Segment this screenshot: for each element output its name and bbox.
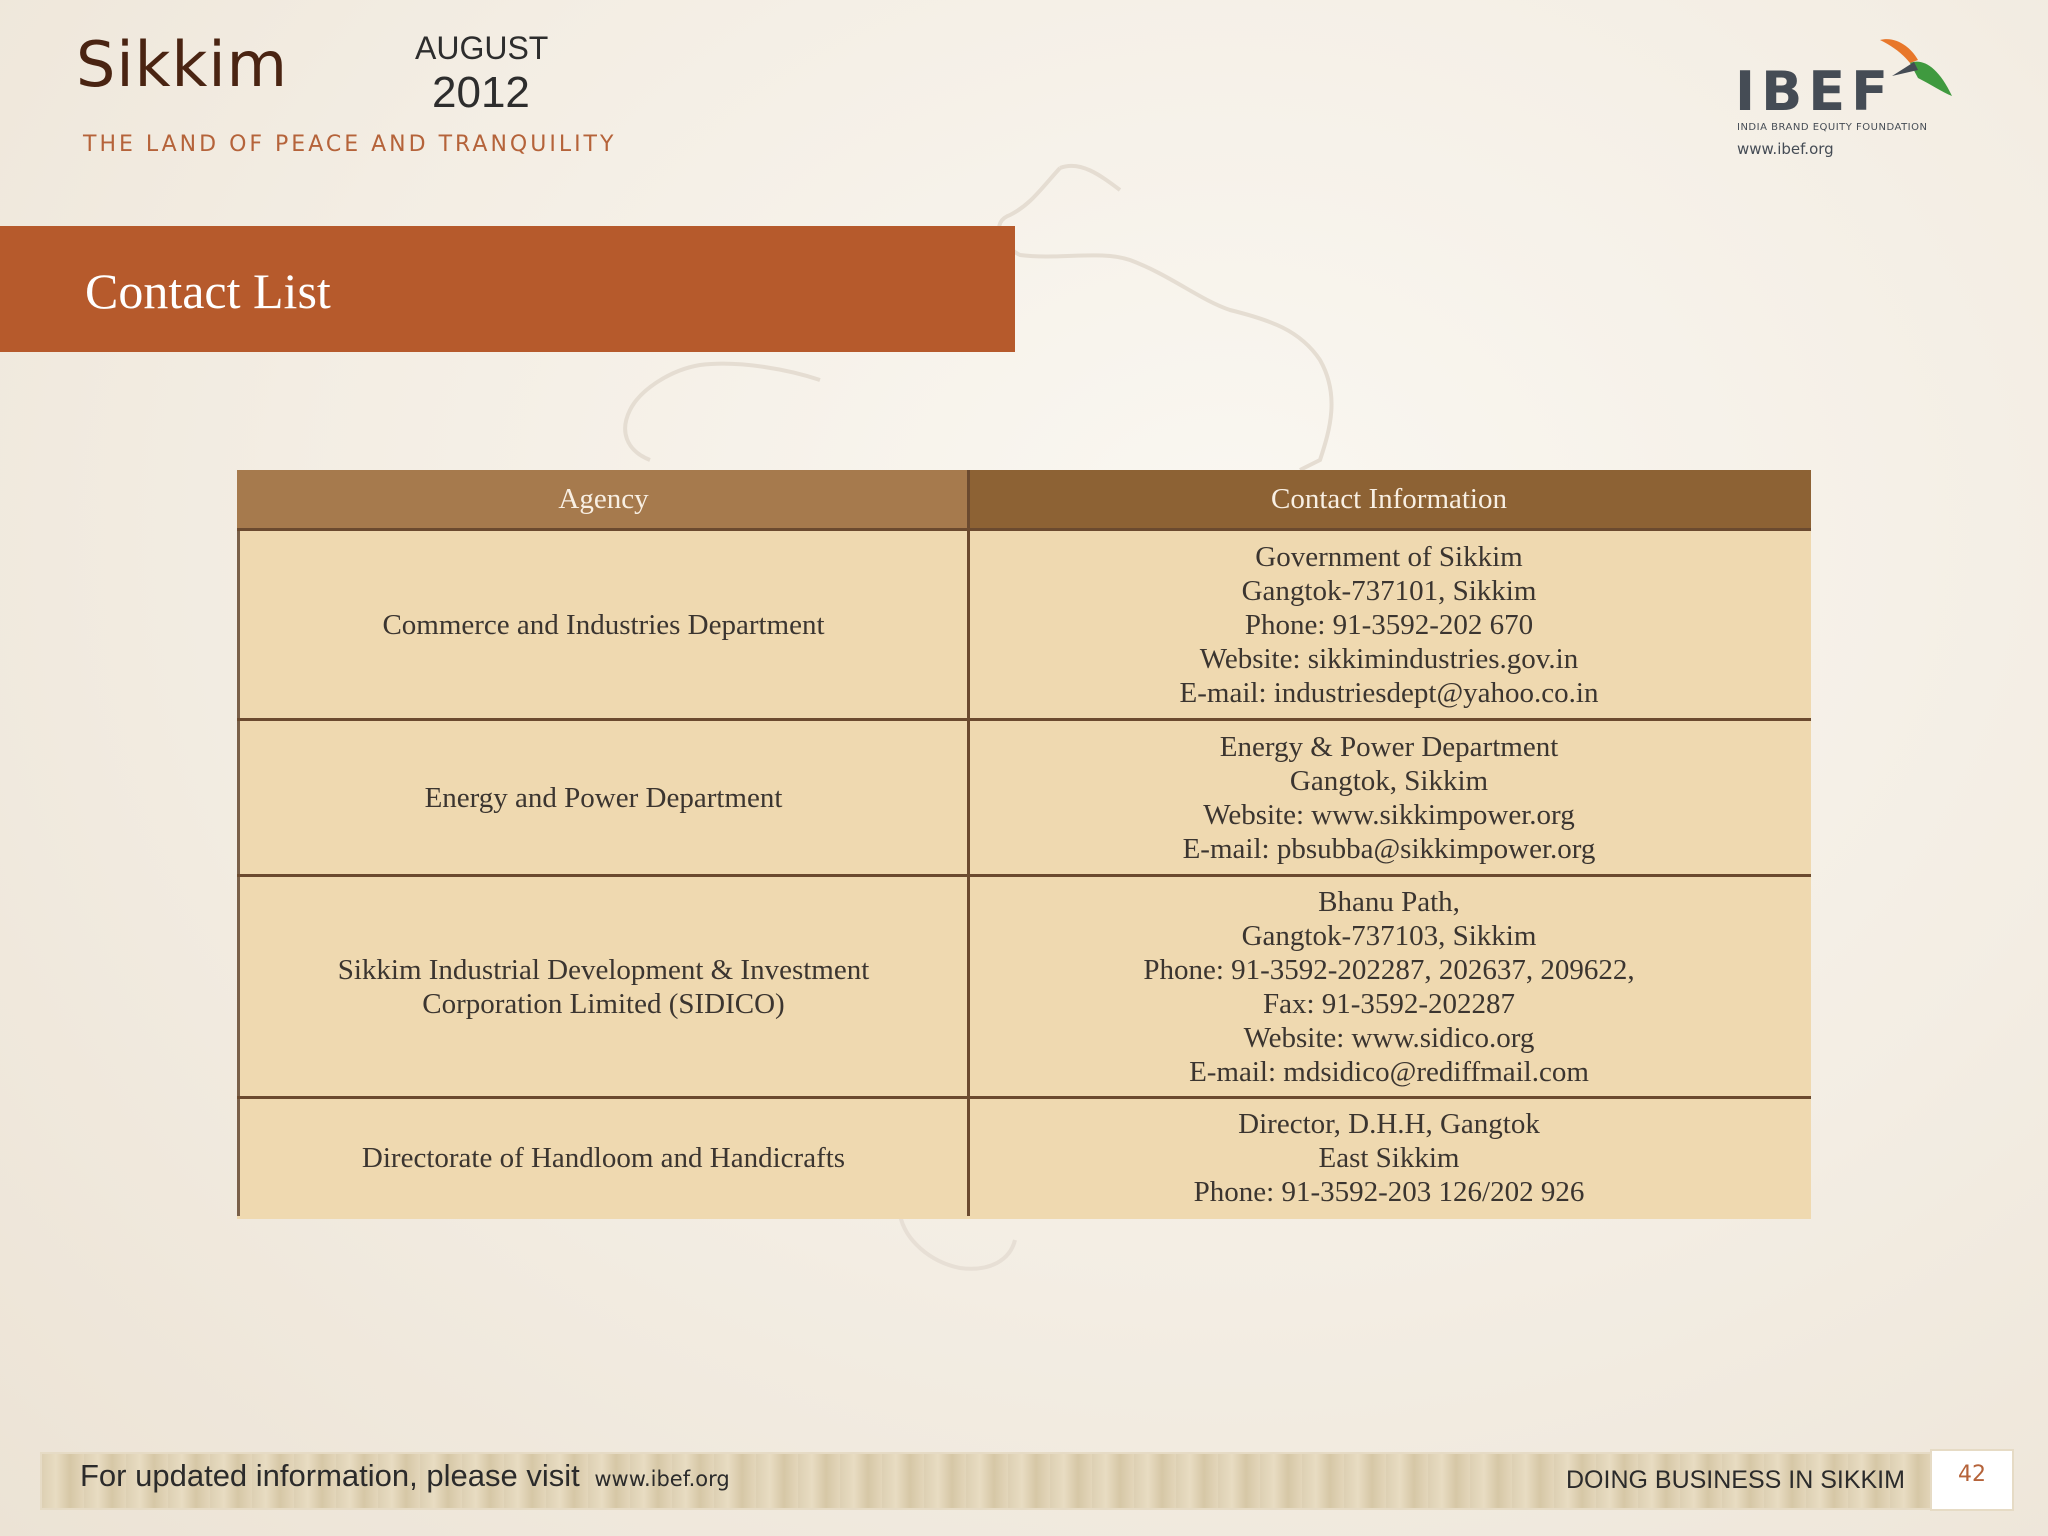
footer-link[interactable]: www.ibef.org: [594, 1467, 729, 1491]
contact-table: Agency Contact Information Commerce and …: [237, 470, 1811, 1219]
agency-cell: Directorate of Handloom and Handicrafts: [237, 1096, 970, 1219]
report-tagline: THE LAND OF PEACE AND TRANQUILITY: [83, 132, 617, 157]
report-year: 2012: [432, 68, 530, 117]
footer-report-name: DOING BUSINESS IN SIKKIM: [1566, 1466, 1905, 1494]
footer-text: For updated information, please visit: [80, 1458, 580, 1493]
contact-cell: Government of Sikkim Gangtok-737101, Sik…: [967, 528, 1811, 721]
contact-line: Website: www.sikkimpower.org: [1203, 798, 1575, 831]
column-header-agency: Agency: [237, 470, 970, 531]
contact-line: Gangtok-737103, Sikkim: [1241, 919, 1537, 952]
report-month: AUGUST: [415, 30, 549, 66]
agency-name: Sikkim Industrial Development & Investme…: [337, 953, 870, 986]
contact-line: Gangtok-737101, Sikkim: [1241, 574, 1537, 607]
table-row: Sikkim Industrial Development & Investme…: [237, 874, 1811, 1099]
agency-name: Directorate of Handloom and Handicrafts: [361, 1141, 846, 1174]
contact-line: Fax: 91-3592-202287: [1262, 987, 1516, 1020]
contact-line: Phone: 91-3592-203 126/202 926: [1193, 1175, 1585, 1208]
section-title: Contact List: [85, 263, 331, 319]
agency-name: Corporation Limited (SIDICO): [422, 987, 785, 1020]
agency-cell: Energy and Power Department: [237, 718, 970, 877]
logo-url: www.ibef.org: [1737, 140, 1834, 158]
column-header-contact: Contact Information: [967, 470, 1811, 531]
contact-line: E-mail: pbsubba@sikkimpower.org: [1182, 832, 1596, 865]
agency-cell: Commerce and Industries Department: [237, 528, 970, 721]
page-number: 42: [1958, 1462, 1986, 1487]
contact-line: Phone: 91-3592-202287, 202637, 209622,: [1143, 953, 1635, 986]
contact-cell: Bhanu Path, Gangtok-737103, Sikkim Phone…: [967, 874, 1811, 1099]
contact-line: E-mail: industriesdept@yahoo.co.in: [1179, 676, 1599, 709]
contact-line: Phone: 91-3592-202 670: [1244, 608, 1534, 641]
ibef-logo: IBEF INDIA BRAND EQUITY FOUNDATION www.i…: [1735, 18, 1975, 168]
agency-cell: Sikkim Industrial Development & Investme…: [237, 874, 970, 1099]
table-row: Energy and Power Department Energy & Pow…: [237, 718, 1811, 877]
table-row: Commerce and Industries Department Gover…: [237, 528, 1811, 721]
contact-line: Government of Sikkim: [1255, 540, 1523, 573]
contact-line: Gangtok, Sikkim: [1289, 764, 1489, 797]
table-row: Directorate of Handloom and Handicrafts …: [237, 1096, 1811, 1219]
agency-name: Energy and Power Department: [424, 781, 783, 814]
contact-line: Energy & Power Department: [1219, 730, 1559, 763]
contact-line: East Sikkim: [1318, 1141, 1460, 1174]
contact-cell: Director, D.H.H, Gangtok East Sikkim Pho…: [967, 1096, 1811, 1219]
contact-cell: Energy & Power Department Gangtok, Sikki…: [967, 718, 1811, 877]
contact-line: Website: sikkimindustries.gov.in: [1199, 642, 1579, 675]
table-header-row: Agency Contact Information: [237, 470, 1811, 531]
logo-subtitle: INDIA BRAND EQUITY FOUNDATION: [1737, 122, 1928, 133]
logo-wordmark: IBEF: [1735, 60, 1895, 123]
contact-line: Bhanu Path,: [1318, 885, 1460, 918]
contact-line: E-mail: mdsidico@rediffmail.com: [1189, 1055, 1589, 1088]
footer-note: For updated information, please visit ww…: [80, 1458, 730, 1494]
agency-name: Commerce and Industries Department: [382, 608, 825, 641]
contact-line: Website: www.sidico.org: [1243, 1021, 1535, 1054]
report-title: Sikkim: [76, 28, 289, 101]
contact-line: Director, D.H.H, Gangtok: [1238, 1107, 1540, 1140]
